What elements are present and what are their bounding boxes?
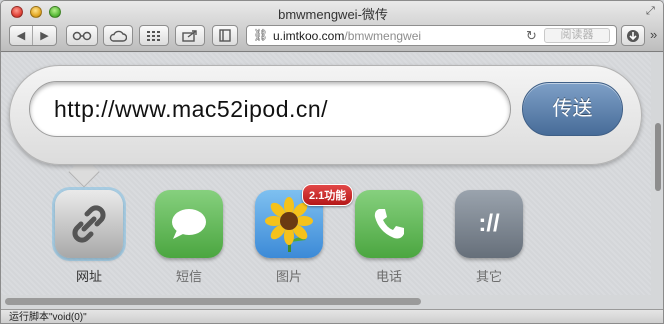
top-sites-button[interactable] — [139, 25, 169, 46]
grid-icon — [147, 30, 160, 41]
page-content: http://www.mac52ipod.cn/ 传送 网址 短信 图片 2.1… — [1, 53, 651, 295]
back-arrow-icon: ◀ — [16, 30, 26, 42]
reload-icon[interactable]: ↻ — [526, 28, 537, 44]
reading-list-button[interactable] — [66, 25, 98, 46]
reader-button[interactable]: 阅读器 — [544, 28, 610, 43]
send-button[interactable]: 传送 — [522, 82, 623, 136]
fullscreen-icon[interactable]: ⤢ — [646, 5, 658, 17]
forward-arrow-icon: ▶ — [40, 30, 49, 42]
status-bar: 运行脚本"void(0)" — [1, 309, 663, 323]
url-input[interactable]: http://www.mac52ipod.cn/ — [29, 81, 511, 137]
app-label-other: 其它 — [475, 269, 502, 284]
speech-bubble-icon — [155, 190, 223, 258]
feature-badge: 2.1功能 — [302, 184, 354, 206]
link-icon: ⛓ — [253, 28, 269, 42]
glasses-icon — [72, 31, 92, 40]
address-text[interactable]: u.imtkoo.com/bmwmengwei — [273, 29, 421, 43]
share-button[interactable] — [175, 25, 205, 46]
app-phone[interactable]: 电话 — [354, 190, 424, 285]
address-bar[interactable]: ⛓ u.imtkoo.com/bmwmengwei ↻ 阅读器 — [246, 25, 617, 46]
vertical-scrollbar[interactable] — [651, 53, 663, 295]
url-input-value: http://www.mac52ipod.cn/ — [54, 96, 329, 122]
app-url[interactable]: 网址 — [54, 190, 124, 285]
app-label-url: 网址 — [75, 269, 102, 284]
window-title: bmwmengwei-微传 — [278, 7, 388, 22]
forward-button[interactable]: ▶ — [33, 26, 56, 45]
app-label-phone: 电话 — [375, 269, 402, 284]
app-other[interactable]: :// 其它 — [454, 190, 524, 285]
app-label-sms: 短信 — [175, 269, 202, 284]
sidebar-button[interactable] — [212, 25, 238, 46]
downloads-button[interactable] — [621, 25, 645, 46]
back-forward-group: ◀ ▶ — [9, 25, 57, 46]
browser-chrome: bmwmengwei-微传 ⤢ ◀ ▶ ⛓ u.imtkoo.com/bmwme… — [1, 1, 663, 52]
address-path: /bmwmengwei — [344, 29, 422, 43]
vertical-scroll-thumb[interactable] — [655, 123, 661, 191]
link-chain-icon — [55, 190, 123, 258]
icloud-tabs-button[interactable] — [103, 25, 133, 46]
download-icon — [627, 29, 639, 42]
phone-icon — [355, 190, 423, 258]
book-icon — [219, 29, 231, 42]
browser-window: bmwmengwei-微传 ⤢ ◀ ▶ ⛓ u.imtkoo.com/bmwme… — [0, 0, 664, 324]
share-icon — [182, 29, 197, 42]
overflow-chevron-icon[interactable]: » — [650, 27, 657, 42]
horizontal-scrollbar[interactable] — [1, 295, 663, 309]
address-domain: u.imtkoo.com — [273, 29, 345, 43]
app-sms[interactable]: 短信 — [154, 190, 224, 285]
cloud-icon — [109, 30, 127, 42]
toolbar: ◀ ▶ ⛓ u.imtkoo.com/bmwmengwei ↻ 阅读器 » — [1, 24, 663, 48]
protocol-icon: :// — [455, 190, 523, 258]
back-button[interactable]: ◀ — [10, 26, 34, 45]
app-label-photo: 图片 — [275, 269, 302, 284]
horizontal-scroll-thumb[interactable] — [5, 298, 421, 305]
